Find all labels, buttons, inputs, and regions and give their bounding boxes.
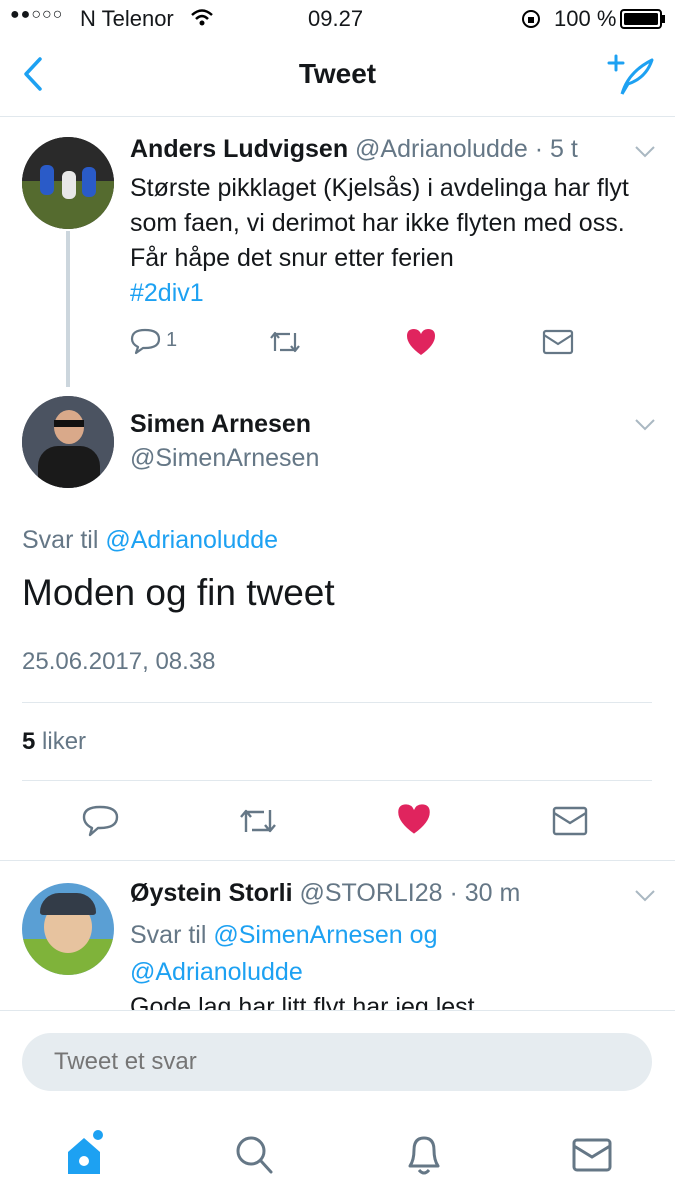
reply-icon[interactable] bbox=[82, 804, 120, 838]
reply-composer-bar bbox=[0, 1010, 675, 1111]
reply-to-line: Svar til @Adrianoludde bbox=[22, 526, 278, 555]
like-heart-icon[interactable] bbox=[396, 802, 432, 836]
notifications-bell-icon[interactable] bbox=[404, 1132, 444, 1176]
retweet-icon[interactable] bbox=[238, 806, 278, 836]
tweet-body: Største pikklaget (Kjelsås) i avdelinga … bbox=[130, 174, 629, 272]
reply-input[interactable] bbox=[22, 1033, 652, 1091]
battery-percent: 100 % bbox=[554, 6, 617, 31]
avatar[interactable] bbox=[22, 396, 114, 488]
compose-tweet-icon[interactable] bbox=[606, 52, 656, 98]
thread-line bbox=[66, 231, 70, 387]
status-bar: ●●○○○ N Telenor 09.27 100 % bbox=[0, 0, 675, 38]
carrier-label: N Telenor bbox=[80, 6, 174, 31]
reply-to-line: Svar til @SimenArnesen og @Adrianoludde bbox=[130, 917, 437, 991]
page-title: Tweet bbox=[298, 58, 377, 89]
reply-to-handle[interactable]: @SimenArnesen og bbox=[213, 921, 437, 949]
reply-to-label: Svar til bbox=[130, 921, 207, 949]
orientation-lock-icon bbox=[520, 8, 542, 30]
tweet-body: Gode lag har litt flyt har jeg lest bbox=[130, 993, 475, 1011]
like-heart-icon[interactable] bbox=[405, 327, 437, 357]
focused-tweet: Simen Arnesen @SimenArnesen Svar til @Ad… bbox=[0, 390, 675, 860]
direct-message-icon[interactable] bbox=[542, 329, 574, 355]
reply-tweet[interactable]: Øystein Storli @STORLI28 · 30 m Svar til… bbox=[0, 861, 675, 1011]
direct-message-icon[interactable] bbox=[552, 806, 588, 836]
tweet-timestamp: 25.06.2017, 08.38 bbox=[22, 648, 216, 675]
reply-to-handle[interactable]: @Adrianoludde bbox=[130, 958, 303, 986]
tweet-text: Største pikklaget (Kjelsås) i avdelinga … bbox=[130, 171, 660, 311]
messages-icon[interactable] bbox=[572, 1138, 612, 1172]
author-name[interactable]: Simen Arnesen bbox=[130, 410, 311, 439]
likes-summary[interactable]: 5 liker bbox=[22, 728, 86, 756]
chevron-down-icon[interactable] bbox=[634, 418, 656, 432]
avatar[interactable] bbox=[22, 883, 114, 975]
battery-icon bbox=[620, 9, 666, 29]
tweet-body: Moden og fin tweet bbox=[22, 572, 335, 613]
reply-to-handle[interactable]: @Adrianoludde bbox=[105, 526, 278, 554]
chevron-down-icon[interactable] bbox=[634, 889, 656, 903]
hashtag-link[interactable]: #2div1 bbox=[130, 279, 204, 307]
wifi-icon bbox=[190, 8, 214, 28]
reply-icon[interactable] bbox=[130, 327, 162, 357]
author-name[interactable]: Øystein Storli bbox=[130, 879, 293, 907]
reply-to-label: Svar til bbox=[22, 526, 99, 554]
home-icon[interactable] bbox=[64, 1128, 108, 1176]
chevron-down-icon[interactable] bbox=[634, 145, 656, 159]
tweet-time: · 30 m bbox=[449, 879, 521, 907]
parent-tweet[interactable]: Anders Ludvigsen @Adrianoludde · 5 t Stø… bbox=[0, 117, 675, 387]
signal-strength: ●●○○○ bbox=[10, 6, 64, 23]
avatar[interactable] bbox=[22, 137, 114, 229]
author-handle[interactable]: @Adrianoludde bbox=[355, 135, 528, 163]
likes-count: 5 bbox=[22, 728, 36, 755]
clock: 09.27 bbox=[308, 6, 364, 31]
retweet-icon[interactable] bbox=[268, 329, 302, 355]
author-name[interactable]: Anders Ludvigsen bbox=[130, 135, 348, 163]
tweet-time: · 5 t bbox=[534, 135, 578, 163]
search-icon[interactable] bbox=[234, 1134, 274, 1176]
reply-count: 1 bbox=[166, 329, 178, 351]
bottom-tab-bar bbox=[0, 1110, 675, 1200]
navigation-bar: Tweet bbox=[0, 38, 675, 117]
author-handle[interactable]: @SimenArnesen bbox=[130, 444, 319, 473]
likes-label: liker bbox=[42, 728, 87, 755]
divider bbox=[22, 702, 652, 703]
divider bbox=[22, 780, 652, 781]
author-handle[interactable]: @STORLI28 bbox=[300, 879, 443, 907]
